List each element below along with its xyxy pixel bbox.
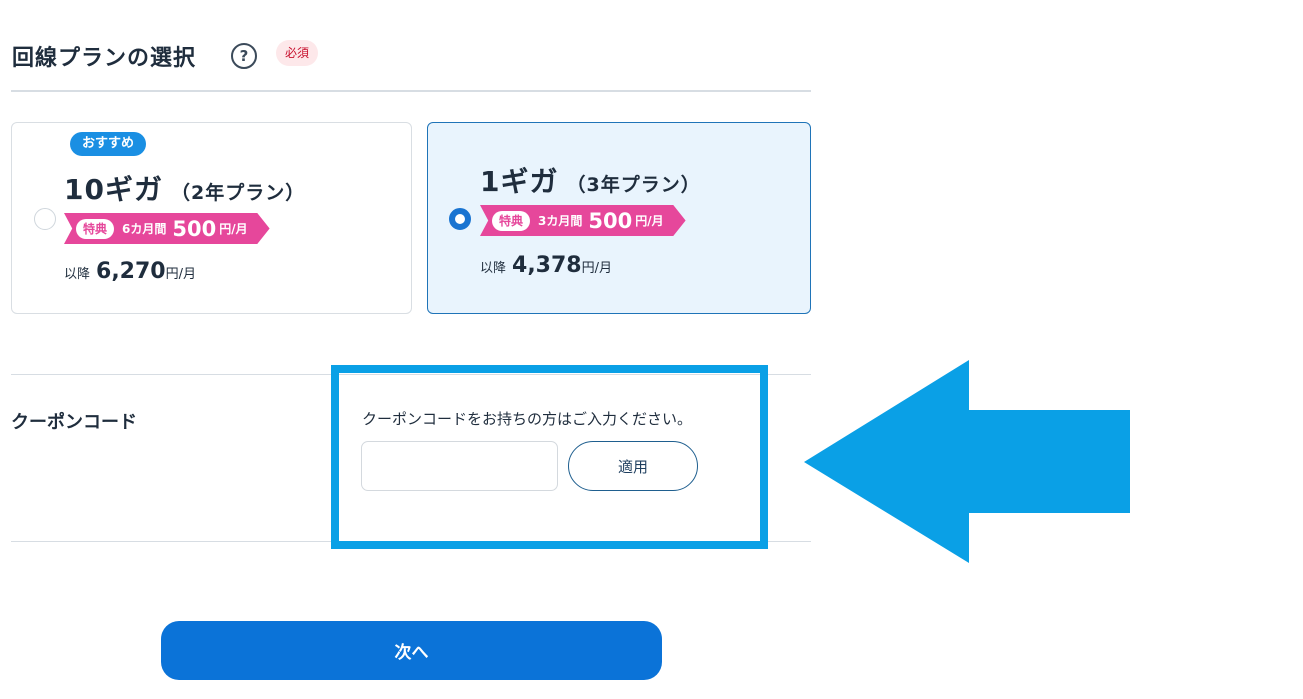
plan-card-1giga[interactable]: 1ギガ （3年プラン） 特典 3カ月間 500 円/月 以降 4,378円/月 <box>427 122 811 314</box>
promo-ribbon: 特典 6カ月間 500 円/月 <box>64 213 270 244</box>
help-icon[interactable]: ? <box>231 43 257 69</box>
arrow-left-icon <box>804 360 1130 563</box>
plan-term: （2年プラン） <box>170 182 306 204</box>
after-price: 以降 6,270円/月 <box>64 259 196 284</box>
promo-badge: 特典 <box>76 218 115 239</box>
coupon-label: クーポンコード <box>11 412 137 433</box>
after-label: 以降 <box>64 267 91 282</box>
after-price-value: 6,270 <box>96 259 166 284</box>
promo-unit: 円/月 <box>219 222 248 236</box>
after-unit: 円/月 <box>165 267 196 282</box>
after-unit: 円/月 <box>581 261 612 276</box>
after-label: 以降 <box>480 261 507 276</box>
promo-price: 500 <box>172 216 217 241</box>
plan-term: （3年プラン） <box>566 174 701 196</box>
promo-unit: 円/月 <box>635 214 664 228</box>
promo-period: 3カ月間 <box>538 214 583 228</box>
highlight-box <box>331 365 768 549</box>
plan-name: 1ギガ （3年プラン） <box>480 160 701 200</box>
plan-name-text: 1ギガ <box>480 165 559 198</box>
recommend-badge: おすすめ <box>70 132 147 156</box>
plan-radio-10giga[interactable] <box>34 208 56 230</box>
section-divider <box>11 90 811 92</box>
plan-card-10giga[interactable]: おすすめ 10ギガ （2年プラン） 特典 6カ月間 500 円/月 以降 6,270… <box>11 122 412 314</box>
promo-period: 6カ月間 <box>122 222 167 236</box>
next-button[interactable]: 次へ <box>161 621 662 680</box>
after-price: 以降 4,378円/月 <box>480 253 612 278</box>
plan-radio-1giga[interactable] <box>449 208 471 230</box>
after-price-value: 4,378 <box>512 253 582 278</box>
plan-name-text: 10ギガ <box>64 173 163 206</box>
section-title: 回線プランの選択 <box>12 46 197 71</box>
promo-badge: 特典 <box>492 210 531 231</box>
promo-ribbon: 特典 3カ月間 500 円/月 <box>480 205 686 236</box>
plan-name: 10ギガ （2年プラン） <box>64 168 305 208</box>
required-badge: 必須 <box>276 40 319 66</box>
promo-price: 500 <box>588 208 633 233</box>
